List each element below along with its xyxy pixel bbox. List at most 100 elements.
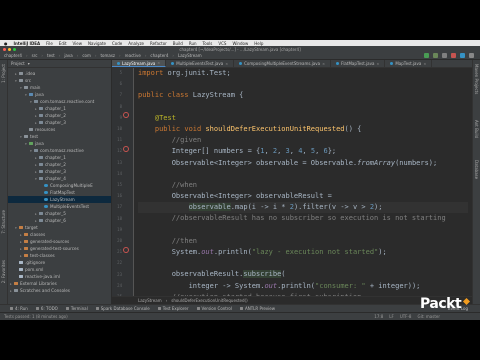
close-tab-icon[interactable]: × [376,62,379,66]
code-line[interactable] [138,169,468,180]
project-tree-item[interactable]: ▸ generated-test-sources [8,245,111,252]
project-tree-item[interactable]: ▸ Scratches and Consoles [8,287,111,294]
project-tree-item[interactable]: ▸ chapter_3 [8,119,111,126]
debug-icon[interactable] [433,53,438,58]
code-line[interactable]: public class LazyStream { [138,90,468,101]
bottom-tool-tab[interactable]: Test Explorer [157,306,189,311]
code-line[interactable]: public void shouldDeferExecutionUnitRequ… [138,124,468,135]
code-line[interactable]: observable.map(i -> i * 2).filter(v -> v… [138,202,468,214]
project-tree-item[interactable]: ▾ target [8,224,111,231]
file-encoding[interactable]: UTF-8 [400,314,412,319]
nav-crumb[interactable]: tomasz [100,53,115,58]
mac-menu-item[interactable]: View [73,41,83,46]
project-tree-item[interactable]: ▸ chapter_1 [8,105,111,112]
project-tree-item[interactable]: ▸ External Libraries [8,280,111,287]
project-tree-item[interactable]: ▸ chapter_6 [8,217,111,224]
close-tab-icon[interactable]: × [423,62,426,66]
project-tree-item[interactable]: ComposingMultipleE [8,182,111,189]
code-line[interactable]: @Test [138,113,468,124]
project-tree-item[interactable]: .gitignore [8,259,111,266]
mac-menu-item[interactable]: Window [232,41,248,46]
project-tree-item[interactable]: MultipleEventsTest [8,203,111,210]
database-tool-tab[interactable]: Database [474,160,479,179]
project-tree-item[interactable]: ▾ com.tomasz.reactive [8,147,111,154]
run-test-class-icon[interactable] [123,112,129,118]
project-tree-item[interactable]: pom.xml [8,266,111,273]
project-tree-item[interactable]: ▸ generated-sources [8,238,111,245]
bottom-tool-tab[interactable]: 4: Run [10,306,28,311]
run-icon[interactable] [424,53,429,58]
mac-menu-item[interactable]: Tools [203,41,213,46]
mac-menu-item[interactable]: VCS [218,41,226,46]
project-tree-item[interactable]: ▸ chapter_1 [8,154,111,161]
breadcrumb-class[interactable]: LazyStream [138,298,162,303]
editor-tab[interactable]: LazyStream.java × [112,60,167,67]
nav-crumb[interactable]: src [32,53,38,58]
apple-icon[interactable]: ● [4,41,8,46]
code-editor[interactable]: import org.junit.Test; public class LazyS… [138,68,468,312]
project-tree-item[interactable]: ▾ main [8,84,111,91]
project-tree-item[interactable]: ▾ java [8,140,111,147]
mac-menu-item[interactable]: IntelliJ IDEA [14,41,41,46]
code-line[interactable]: //given [138,135,468,146]
project-tree-item[interactable]: FlatMapTest [8,189,111,196]
structure-tool-tab[interactable]: 7: Structure [1,210,6,234]
project-tree-item[interactable]: ▾ java [8,91,111,98]
nav-crumb[interactable]: reactive [125,53,141,58]
mac-menu-item[interactable]: File [46,41,53,46]
mac-menu-item[interactable]: Refactor [150,41,167,46]
minimize-window-icon[interactable] [8,47,11,51]
code-line[interactable]: //then [138,236,468,247]
project-tree-item[interactable]: ▾ com.tomasz.reactive.cont [8,98,111,105]
code-line[interactable]: observableResult.subscribe( [138,269,468,280]
code-line[interactable]: Observable<Integer> observable = Observa… [138,158,468,169]
project-tree-item[interactable]: ▸ chapter_2 [8,112,111,119]
bottom-tool-tab[interactable]: Terminal [65,306,88,311]
breadcrumb-method[interactable]: shouldDeferExecutionUnitRequested() [171,298,247,303]
nav-crumb[interactable]: LazyStream [178,53,202,58]
stop-icon[interactable] [451,53,456,58]
line-separator[interactable]: LF [389,314,394,319]
bottom-tool-tab[interactable]: ANTLR Preview [240,306,275,311]
project-tree-item[interactable]: ▾ chapter_4 [8,175,111,182]
maven-tool-tab[interactable]: Maven Projects [474,64,479,94]
ant-tool-tab[interactable]: Ant Build [474,120,479,138]
search-everywhere-icon[interactable] [469,53,474,58]
code-line[interactable]: integer -> System.out.println("consumer:… [138,281,468,292]
favorites-tool-tab[interactable]: 2: Favorites [1,260,6,283]
code-line[interactable] [138,102,468,113]
bottom-tool-tab[interactable]: Spark Database Console [95,306,150,311]
vcs-update-icon[interactable] [460,53,465,58]
project-tree-item[interactable]: ▸ chapter_3 [8,168,111,175]
project-tree-item[interactable]: LazyStream [8,196,111,203]
code-line[interactable]: Observable<Integer> observableResult = [138,191,468,202]
chevron-down-icon[interactable]: ▾ [28,61,30,66]
coverage-icon[interactable] [442,53,447,58]
nav-crumb[interactable]: chapter4 [150,53,168,58]
status-message[interactable]: Tests passed: 1 (8 minutes ago) [4,314,68,319]
nav-crumb[interactable]: java [64,53,72,58]
maximize-window-icon[interactable] [13,47,16,51]
bottom-tool-tab[interactable]: 6: TODO [35,306,58,311]
caret-position[interactable]: 17:8 [374,314,383,319]
project-tree-item[interactable]: ▸ test-classes [8,252,111,259]
close-tab-icon[interactable]: × [157,61,160,65]
code-line[interactable] [138,225,468,236]
mac-menu-item[interactable]: Run [189,41,197,46]
close-tab-icon[interactable]: × [225,62,228,66]
mac-menu-item[interactable]: Navigate [88,41,106,46]
editor-tab[interactable]: MultipleEventsTest.java × [166,60,235,67]
editor-tab[interactable]: FlatMapTest.java × [331,60,386,67]
project-tree-item[interactable]: ▾ src [8,77,111,84]
code-line[interactable]: //when [138,180,468,191]
project-tree-item[interactable]: reactive-java.iml [8,273,111,280]
project-tree-item[interactable]: ▸ classes [8,231,111,238]
code-line[interactable]: import org.junit.Test; [138,68,468,79]
project-panel-title[interactable]: Project [11,61,25,66]
mac-menu-item[interactable]: Help [254,41,263,46]
code-line[interactable]: //observableResult has no subscriber so … [138,213,468,224]
project-tree-item[interactable]: resources [8,126,111,133]
lambda-icon[interactable] [123,247,129,253]
code-line[interactable]: Integer[] numbers = {1, 2, 3, 4, 5, 6}; [138,146,468,157]
project-tree-item[interactable]: ▸ chapter_2 [8,161,111,168]
